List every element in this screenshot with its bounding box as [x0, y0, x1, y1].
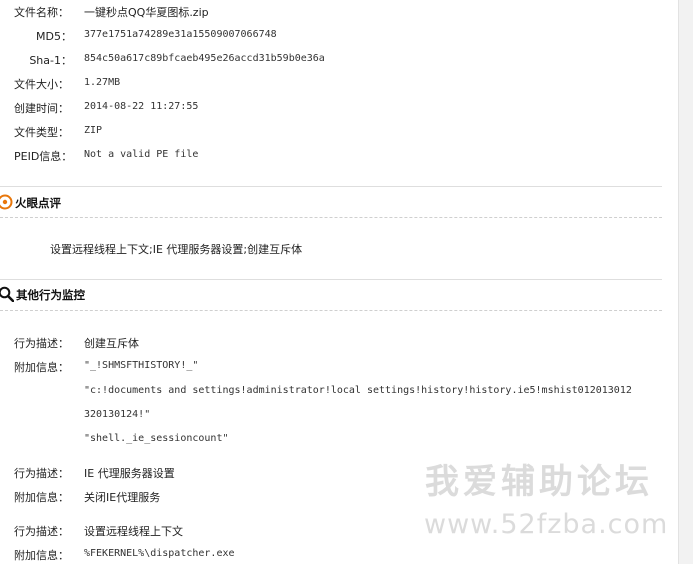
sha1-value: 854c50a617c89bfcaeb495e26accd31b59b0e36a: [84, 53, 325, 64]
vertical-scrollbar[interactable]: [678, 0, 693, 564]
review-title: 火眼点评: [15, 196, 61, 210]
extra-info-label: 附加信息：: [14, 491, 69, 504]
behavior-desc-label: 行为描述：: [14, 525, 69, 538]
watermark-title: 我爱辅助论坛: [425, 462, 653, 502]
behavior-desc-value: 设置远程线程上下文: [84, 525, 183, 538]
review-text: 设置远程线程上下文;IE 代理服务器设置;创建互斥体: [50, 243, 303, 256]
behavior-desc-value: IE 代理服务器设置: [84, 467, 175, 480]
behavior-desc-value: 创建互斥体: [84, 337, 139, 350]
divider: [0, 279, 662, 280]
extra-info-line: "c:!documents and settings!administrator…: [84, 385, 632, 396]
peid-value: Not a valid PE file: [84, 149, 199, 160]
file-size-value: 1.27MB: [84, 77, 121, 88]
magnifier-icon: [0, 286, 15, 303]
file-type-label: 文件类型：: [14, 126, 69, 139]
created-time-value: 2014-08-22 11:27:55: [84, 101, 199, 112]
file-size-label: 文件大小：: [14, 78, 69, 91]
file-name-value: 一键秒点QQ华夏图标.zip: [84, 6, 209, 19]
watermark-url: www.52fzba.com: [424, 509, 669, 540]
created-time-label: 创建时间：: [14, 102, 69, 115]
monitor-title: 其他行为监控: [16, 288, 85, 302]
sha1-label: Sha-1：: [29, 54, 72, 67]
behavior-desc-label: 行为描述：: [14, 337, 69, 350]
file-type-value: ZIP: [84, 125, 103, 136]
monitor-title-divider: [0, 310, 662, 311]
behavior-desc-label: 行为描述：: [14, 467, 69, 480]
divider: [0, 186, 662, 187]
extra-info-label: 附加信息：: [14, 361, 69, 374]
fire-eye-icon: [0, 194, 13, 210]
review-title-divider: [0, 217, 662, 218]
extra-info-line: "_!SHMSFTHISTORY!_": [84, 360, 199, 371]
md5-value: 377e1751a74289e31a15509007066748: [84, 29, 277, 40]
extra-info-line: 320130124!": [84, 409, 151, 420]
file-name-label: 文件名称：: [14, 6, 69, 19]
extra-info-line: "shell._ie_sessioncount": [84, 433, 229, 444]
extra-info-line: 关闭IE代理服务: [84, 491, 161, 504]
extra-info-line: %FEKERNEL%\dispatcher.exe: [84, 548, 235, 559]
peid-label: PEID信息：: [14, 150, 73, 163]
extra-info-label: 附加信息：: [14, 549, 69, 562]
md5-label: MD5：: [36, 30, 72, 43]
